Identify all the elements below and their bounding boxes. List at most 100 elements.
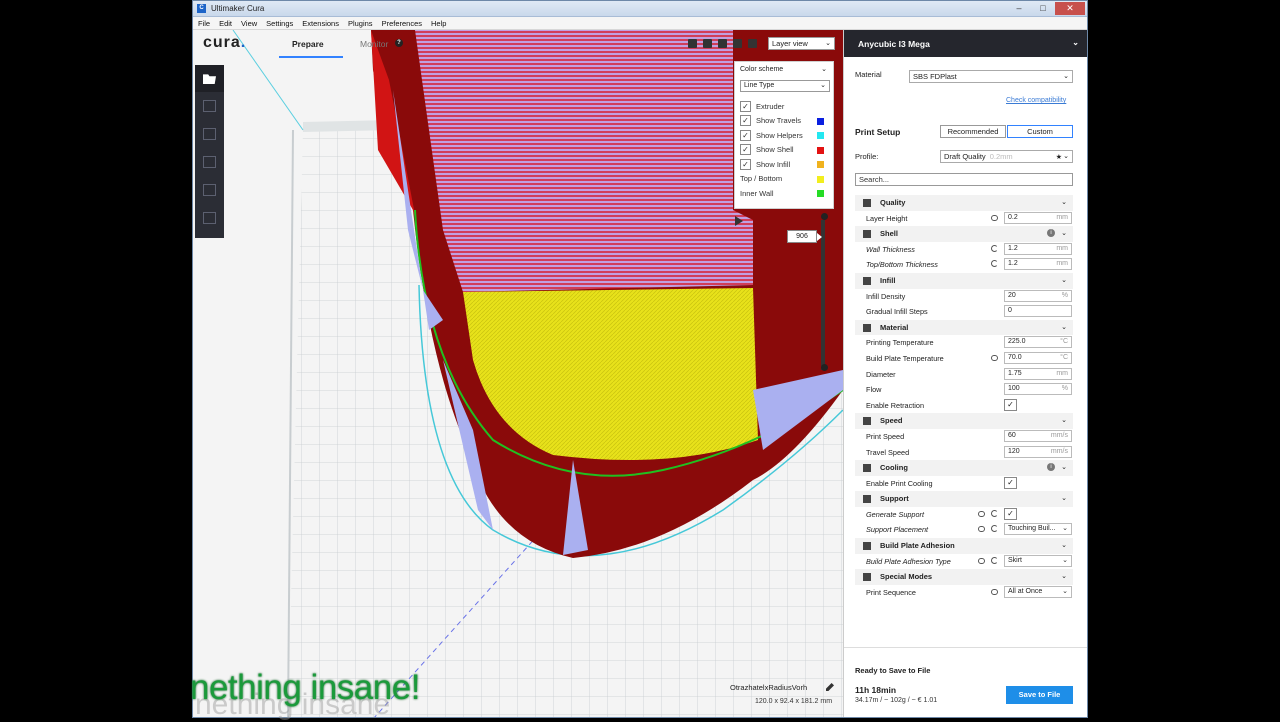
view-orientation-bar (688, 36, 763, 50)
view-right-icon[interactable] (748, 38, 757, 48)
info-icon[interactable]: i (1047, 463, 1055, 472)
extruder-checkbox[interactable]: ✓ (740, 100, 751, 112)
category-infill[interactable]: Infill ⌄ (855, 272, 1073, 289)
rotate-tool[interactable] (195, 149, 224, 176)
view-top-icon[interactable] (718, 38, 727, 48)
legend-show-travels[interactable]: ✓ Show Travels (740, 114, 828, 129)
scale-icon (203, 128, 216, 140)
folder-icon (203, 74, 216, 84)
retraction-checkbox[interactable]: ✓ (1004, 398, 1017, 411)
legend-top-bottom: Top / Bottom (740, 172, 828, 187)
material-label: Material (855, 70, 882, 79)
infill-checkbox[interactable]: ✓ (740, 158, 751, 170)
category-material[interactable]: Material ⌄ (855, 319, 1073, 336)
topbottom-thickness-input[interactable]: 1.2 mm (1004, 258, 1072, 271)
support-icon (863, 495, 871, 504)
bed-temp-input[interactable]: 70.0 °C (1004, 351, 1072, 364)
open-file-button[interactable] (195, 65, 224, 92)
tab-prepare[interactable]: Prepare (292, 39, 324, 49)
reset-icon[interactable] (991, 525, 998, 533)
print-sequence-select[interactable]: All at Once ⌄ (1004, 585, 1072, 598)
maximize-button[interactable]: □ (1031, 2, 1055, 15)
chevron-down-icon: ⌄ (1061, 495, 1067, 503)
category-special-modes[interactable]: Special Modes ⌄ (855, 569, 1073, 585)
reset-icon[interactable] (991, 260, 998, 268)
print-speed-input[interactable]: 60 mm/s (1004, 429, 1072, 442)
view-3d-icon[interactable] (688, 38, 697, 48)
menu-settings[interactable]: Settings (266, 19, 293, 28)
play-icon[interactable] (735, 216, 743, 226)
recommended-mode-button[interactable]: Recommended (940, 125, 1006, 138)
helpers-checkbox[interactable]: ✓ (740, 129, 751, 141)
category-support[interactable]: Support ⌄ (855, 491, 1073, 507)
menu-edit[interactable]: Edit (219, 19, 232, 28)
legend-show-shell[interactable]: ✓ Show Shell (740, 143, 828, 158)
move-tool[interactable] (195, 93, 224, 120)
wall-thickness-input[interactable]: 1.2 mm (1004, 242, 1072, 255)
tab-monitor[interactable]: Monitor (360, 39, 388, 49)
menu-file[interactable]: File (198, 19, 210, 28)
layer-number-input[interactable]: 906 (787, 230, 817, 243)
star-icon: ★ (1055, 154, 1062, 161)
minimize-button[interactable]: – (1007, 2, 1031, 15)
line-type-select[interactable]: Line Type ⌄ (740, 80, 830, 92)
layer-slider-track[interactable] (821, 220, 825, 370)
3d-viewport[interactable]: cura. Prepare Monitor ? Layer view ⌄ Colo (193, 30, 843, 717)
check-compatibility-link[interactable]: Check compatibility (1006, 97, 1066, 104)
reset-icon[interactable] (991, 509, 998, 517)
scale-tool[interactable] (195, 121, 224, 148)
chevron-down-icon: ⌄ (1062, 587, 1068, 595)
chevron-down-icon: ⌄ (1061, 573, 1067, 581)
menu-extensions[interactable]: Extensions (302, 19, 339, 28)
per-model-settings-tool[interactable] (195, 205, 224, 232)
category-quality[interactable]: Quality ⌄ (855, 195, 1073, 211)
profile-select[interactable]: Draft Quality 0.2mm ★ ⌄ (940, 150, 1073, 163)
category-adhesion[interactable]: Build Plate Adhesion ⌄ (855, 538, 1073, 554)
print-temp-input[interactable]: 225.0 °C (1004, 336, 1072, 349)
warning-icon: ? (395, 39, 403, 47)
printer-selector[interactable]: Anycubic I3 Mega ⌄ (844, 30, 1087, 57)
menu-plugins[interactable]: Plugins (348, 19, 373, 28)
shell-checkbox[interactable]: ✓ (740, 144, 751, 156)
chevron-down-icon: ⌄ (820, 82, 826, 89)
gradual-infill-input[interactable]: 0 (1004, 305, 1072, 318)
support-placement-select[interactable]: Touching Buil... ⌄ (1004, 523, 1072, 536)
legend-show-helpers[interactable]: ✓ Show Helpers (740, 128, 828, 143)
reset-icon[interactable] (991, 556, 998, 564)
layer-height-input[interactable]: 0.2 mm (1004, 211, 1072, 224)
legend-extruder[interactable]: ✓ Extruder (740, 99, 828, 114)
layer-slider-top-handle[interactable] (821, 213, 828, 220)
setting-adhesion-type: Build Plate Adhesion Type Skirt ⌄ (855, 554, 1073, 570)
layer-slider-bottom-handle[interactable] (821, 364, 828, 371)
menu-preferences[interactable]: Preferences (382, 19, 422, 28)
view-mode-select[interactable]: Layer view ⌄ (768, 37, 835, 50)
setting-infill-density: Infill Density 20% (855, 289, 1073, 305)
speed-icon (863, 417, 871, 426)
mirror-tool[interactable] (195, 177, 224, 204)
view-left-icon[interactable] (733, 38, 742, 48)
menu-view[interactable]: View (241, 19, 257, 28)
travel-speed-input[interactable]: 120 mm/s (1004, 445, 1072, 458)
custom-mode-button[interactable]: Custom (1007, 125, 1073, 138)
infill-density-input[interactable]: 20% (1004, 289, 1072, 302)
category-shell[interactable]: Shell i ⌄ (855, 226, 1073, 242)
cooling-checkbox[interactable]: ✓ (1004, 476, 1017, 489)
adhesion-type-select[interactable]: Skirt ⌄ (1004, 554, 1072, 567)
support-checkbox[interactable]: ✓ (1004, 507, 1017, 520)
save-to-file-button[interactable]: Save to File (1006, 686, 1073, 704)
category-cooling[interactable]: Cooling i ⌄ (855, 460, 1073, 476)
menu-help[interactable]: Help (431, 19, 446, 28)
reset-icon[interactable] (991, 244, 998, 252)
shell-icon (863, 230, 871, 239)
legend-show-infill[interactable]: ✓ Show Infill (740, 157, 828, 172)
travels-checkbox[interactable]: ✓ (740, 115, 751, 127)
diameter-input[interactable]: 1.75 mm (1004, 367, 1072, 380)
flow-input[interactable]: 100% (1004, 383, 1072, 396)
material-select[interactable]: SBS FDPlast ⌄ (909, 70, 1073, 83)
category-speed[interactable]: Speed ⌄ (855, 413, 1073, 429)
view-front-icon[interactable] (703, 38, 712, 48)
info-icon[interactable]: i (1047, 229, 1055, 238)
close-button[interactable]: ✕ (1055, 2, 1085, 15)
settings-search-input[interactable]: Search... (855, 173, 1073, 186)
setting-topbottom-thickness: Top/Bottom Thickness 1.2 mm (855, 257, 1073, 273)
